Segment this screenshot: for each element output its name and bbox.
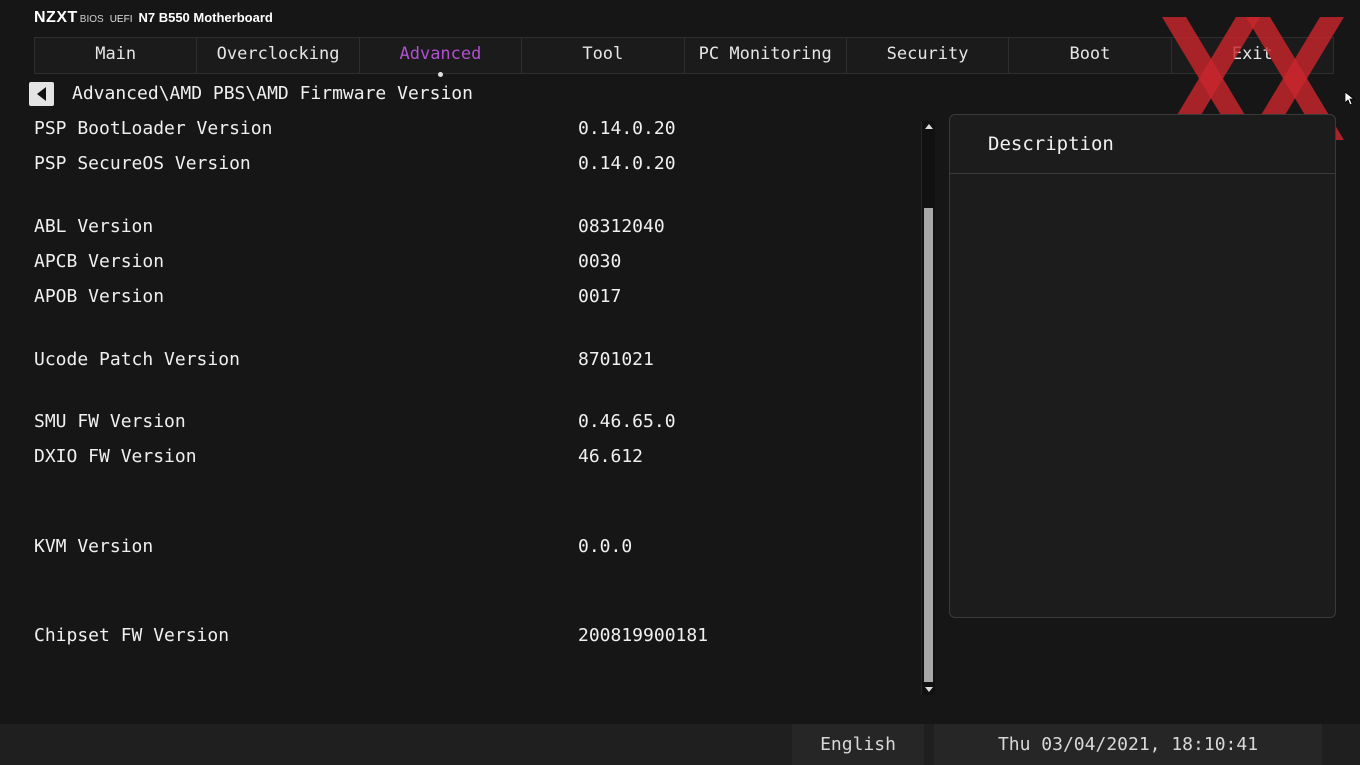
setting-row-apcb[interactable]: APCB Version 0030 — [34, 251, 894, 281]
setting-value: 0.14.0.20 — [578, 153, 676, 174]
setting-label: ABL Version — [34, 216, 154, 237]
bios-label: BIOS — [79, 14, 104, 25]
board-name: N7 B550 Motherboard — [138, 10, 273, 25]
setting-label: PSP BootLoader Version — [34, 118, 273, 139]
scroll-down-icon[interactable] — [925, 687, 933, 692]
setting-row-psp-bootloader[interactable]: PSP BootLoader Version 0.14.0.20 — [34, 118, 894, 148]
setting-row-abl[interactable]: ABL Version 08312040 — [34, 216, 894, 246]
tab-tool[interactable]: Tool — [522, 38, 685, 73]
description-panel: Description — [949, 114, 1336, 618]
setting-label: SMU FW Version — [34, 411, 186, 432]
main-nav-tabs: Main Overclocking Advanced Tool PC Monit… — [34, 37, 1334, 77]
settings-scrollbar[interactable] — [921, 121, 935, 695]
brand-logo: NZXT — [34, 9, 78, 26]
setting-value: 0017 — [578, 286, 622, 307]
breadcrumb: Advanced\AMD PBS\AMD Firmware Version — [72, 83, 473, 104]
setting-value: 0.14.0.20 — [578, 118, 676, 139]
setting-row-psp-secureos[interactable]: PSP SecureOS Version 0.14.0.20 — [34, 153, 894, 183]
setting-row-dxio-fw[interactable]: DXIO FW Version 46.612 — [34, 446, 894, 476]
setting-label: PSP SecureOS Version — [34, 153, 251, 174]
setting-label: Ucode Patch Version — [34, 349, 240, 370]
tab-advanced[interactable]: Advanced — [360, 38, 523, 77]
setting-value: 46.612 — [578, 446, 644, 467]
back-arrow-icon — [37, 87, 46, 101]
language-selector[interactable]: English — [792, 724, 924, 765]
tab-pc-monitoring[interactable]: PC Monitoring — [685, 38, 847, 73]
scroll-up-icon[interactable] — [925, 124, 933, 129]
setting-row-ucode-patch[interactable]: Ucode Patch Version 8701021 — [34, 349, 894, 379]
tab-main[interactable]: Main — [35, 38, 198, 73]
setting-value: 0030 — [578, 251, 622, 272]
mouse-pointer-icon — [1345, 92, 1355, 106]
description-heading: Description — [950, 115, 1335, 174]
tab-security[interactable]: Security — [847, 38, 1010, 73]
setting-row-apob[interactable]: APOB Version 0017 — [34, 286, 894, 316]
setting-value: 0.0.0 — [578, 536, 633, 557]
back-button[interactable] — [29, 82, 54, 106]
uefi-label: UEFI — [109, 14, 133, 25]
setting-label: DXIO FW Version — [34, 446, 197, 467]
brand-header: NZXT BIOS UEFI N7 B550 Motherboard — [34, 9, 273, 29]
scrollbar-thumb[interactable] — [924, 208, 933, 682]
setting-value: 8701021 — [578, 349, 654, 370]
setting-row-smu-fw[interactable]: SMU FW Version 0.46.65.0 — [34, 411, 894, 441]
active-tab-indicator — [438, 72, 444, 77]
setting-label: APOB Version — [34, 286, 165, 307]
setting-label: Chipset FW Version — [34, 625, 230, 646]
date-time-display: Thu 03/04/2021, 18:10:41 — [934, 724, 1322, 765]
tab-overclocking[interactable]: Overclocking — [197, 38, 360, 73]
setting-value: 0.46.65.0 — [578, 411, 676, 432]
setting-row-kvm[interactable]: KVM Version 0.0.0 — [34, 536, 894, 566]
setting-value: 200819900181 — [578, 625, 709, 646]
status-bar: English Thu 03/04/2021, 18:10:41 — [0, 724, 1360, 765]
setting-label: KVM Version — [34, 536, 154, 557]
tab-boot[interactable]: Boot — [1009, 38, 1172, 73]
setting-value: 08312040 — [578, 216, 665, 237]
setting-row-chipset-fw[interactable]: Chipset FW Version 200819900181 — [34, 625, 894, 655]
setting-label: APCB Version — [34, 251, 165, 272]
